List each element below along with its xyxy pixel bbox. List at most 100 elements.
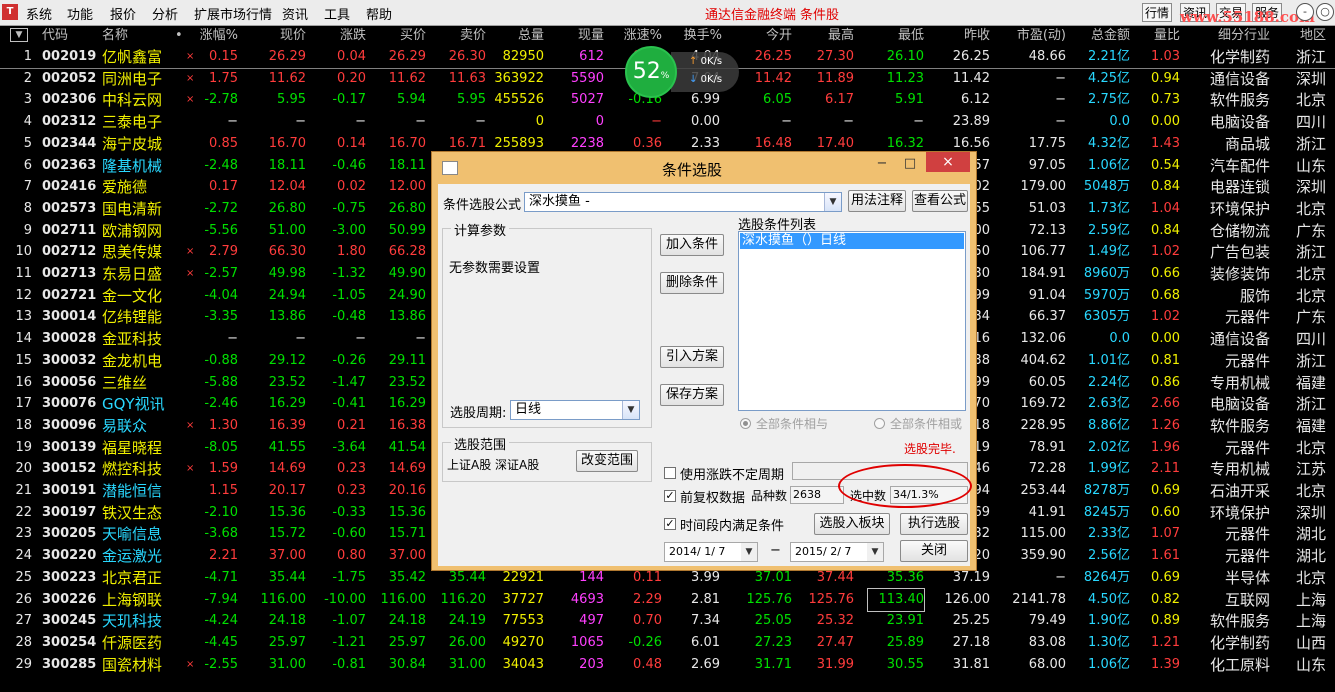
date-from-picker[interactable]: 2014/ 1/ 7 ▼ bbox=[664, 542, 758, 562]
pre-rights-checkbox[interactable]: ✓ bbox=[664, 490, 676, 502]
col-prev[interactable]: 昨收 bbox=[946, 26, 990, 46]
col-turnover[interactable]: 换手% bbox=[670, 26, 722, 46]
col-price[interactable]: 现价 bbox=[262, 26, 306, 46]
menu-analysis[interactable]: 分析 bbox=[152, 4, 178, 23]
radio-and[interactable] bbox=[740, 418, 751, 429]
import-scheme-button[interactable]: 引入方案 bbox=[660, 346, 724, 368]
industry: 元器件 bbox=[1224, 438, 1270, 457]
col-bid[interactable]: 买价 bbox=[382, 26, 426, 46]
col-name[interactable]: 名称 bbox=[102, 26, 152, 46]
menu-help[interactable]: 帮助 bbox=[366, 4, 392, 23]
use-variable-period-checkbox[interactable] bbox=[664, 467, 676, 479]
price: 16.70 bbox=[268, 135, 306, 151]
table-row[interactable]: 26 300226 上海钢联 -7.94 116.00 -10.00 116.00 116.2… bbox=[0, 587, 1335, 612]
stock-code: 002344 bbox=[42, 135, 97, 151]
chg-pct: -4.24 bbox=[204, 613, 238, 629]
restore-icon[interactable]: ○ bbox=[1316, 3, 1334, 21]
column-menu-icon[interactable]: ▼ bbox=[10, 28, 28, 42]
vol-ratio: 1.96 bbox=[1151, 439, 1180, 455]
date-to-picker[interactable]: 2015/ 2/ 7 ▼ bbox=[790, 542, 884, 562]
row-index: 26 bbox=[15, 591, 32, 607]
ask: 24.19 bbox=[448, 613, 486, 629]
chg-pct: -5.56 bbox=[204, 222, 238, 238]
stock-name: 天喻信息 bbox=[102, 525, 163, 544]
chevron-down-icon[interactable]: ▼ bbox=[622, 401, 639, 419]
save-scheme-button[interactable]: 保存方案 bbox=[660, 384, 724, 406]
col-amount[interactable]: 总金额 bbox=[1074, 26, 1130, 46]
bid: 49.90 bbox=[388, 266, 426, 281]
table-row[interactable]: 27 300245 天玑科技 -4.24 24.18 -1.07 24.18 24.19 775… bbox=[0, 610, 1335, 632]
delete-condition-button[interactable]: 删除条件 bbox=[660, 272, 724, 294]
col-low[interactable]: 最低 bbox=[880, 26, 924, 46]
col-open[interactable]: 今开 bbox=[748, 26, 792, 46]
cur-volume: 4693 bbox=[570, 591, 604, 607]
region: 浙江 bbox=[1295, 243, 1326, 262]
pe-ratio: 66.37 bbox=[1028, 309, 1066, 325]
condition-list-item[interactable]: 深水摸鱼（）日线 bbox=[740, 233, 964, 249]
menu-system[interactable]: 系统 bbox=[26, 4, 52, 23]
radio-or-label: 全部条件相或 bbox=[890, 417, 963, 431]
col-cur-vol[interactable]: 现量 bbox=[560, 26, 604, 46]
col-industry[interactable]: 细分行业 bbox=[1200, 26, 1270, 46]
stock-name: 亿帆鑫富 bbox=[102, 48, 163, 66]
run-screen-button[interactable]: 执行选股 bbox=[900, 513, 968, 535]
col-vol[interactable]: 总量 bbox=[500, 26, 544, 46]
col-pe[interactable]: 市盈(动) bbox=[1000, 26, 1066, 46]
industry: 化学制药 bbox=[1209, 48, 1270, 66]
stock-code: 300254 bbox=[42, 634, 97, 650]
view-formula-button[interactable]: 查看公式 bbox=[912, 190, 968, 212]
row-index: 2 bbox=[23, 70, 32, 86]
change-range-button[interactable]: 改变范围 bbox=[576, 450, 638, 472]
col-diff[interactable]: 涨跌 bbox=[322, 26, 366, 46]
dialog-titlebar[interactable]: 条件选股 − □ × bbox=[432, 152, 976, 184]
volume: 455526 bbox=[494, 92, 544, 108]
chevron-down-icon[interactable]: ▼ bbox=[824, 193, 841, 211]
chevron-down-icon[interactable]: ▼ bbox=[867, 543, 883, 561]
amount: 1.01亿 bbox=[1088, 352, 1130, 368]
usage-button[interactable]: 用法注释 bbox=[848, 190, 906, 212]
chg-pct: 0.17 bbox=[209, 179, 238, 195]
menu-function[interactable]: 功能 bbox=[67, 4, 93, 23]
open: − bbox=[781, 114, 792, 130]
col-code[interactable]: 代码 bbox=[42, 26, 92, 46]
col-speed[interactable]: 涨速% bbox=[612, 26, 662, 46]
col-vol-ratio[interactable]: 量比 bbox=[1138, 26, 1180, 46]
col-high[interactable]: 最高 bbox=[810, 26, 854, 46]
close-button[interactable]: 关闭 bbox=[900, 540, 968, 562]
col-region[interactable]: 地区 bbox=[1284, 26, 1326, 46]
pe-ratio: 60.05 bbox=[1028, 374, 1066, 390]
diff: -0.60 bbox=[332, 526, 366, 542]
time-range-checkbox[interactable]: ✓ bbox=[664, 518, 676, 530]
dialog-minimize-icon[interactable]: − bbox=[872, 154, 892, 174]
menu-quote[interactable]: 报价 bbox=[110, 4, 136, 23]
top-btn-quote[interactable]: 行情 bbox=[1142, 3, 1172, 22]
table-row[interactable]: 4 002312 三泰电子 − − − − − 0 0 − 0.00 − − − 23.89 − 0.0 0.00 电… bbox=[0, 111, 1335, 133]
period-select[interactable]: 日线 ▼ bbox=[510, 400, 640, 420]
dialog-maximize-icon[interactable]: □ bbox=[900, 154, 920, 174]
dialog-close-icon[interactable]: × bbox=[926, 152, 970, 172]
formula-select[interactable]: 深水摸鱼 - ▼ bbox=[524, 192, 842, 212]
price: 35.44 bbox=[268, 569, 306, 585]
region: 上海 bbox=[1295, 590, 1326, 609]
chevron-down-icon[interactable]: ▼ bbox=[741, 543, 757, 561]
radio-or[interactable] bbox=[874, 418, 885, 429]
low: 30.55 bbox=[886, 656, 924, 672]
table-row[interactable]: 28 300254 仟源医药 -4.45 25.97 -1.21 25.97 26.00 492… bbox=[0, 632, 1335, 654]
col-chg-pct[interactable]: 涨幅% bbox=[182, 26, 238, 46]
row-index: 15 bbox=[15, 352, 32, 368]
diff: -0.26 bbox=[332, 352, 366, 368]
bid: 15.36 bbox=[388, 504, 426, 520]
table-row[interactable]: 29 300285 国瓷材料 × -2.55 31.00 -0.81 30.84 31.00 34… bbox=[0, 654, 1335, 676]
condition-list[interactable]: 深水摸鱼（）日线 bbox=[738, 231, 966, 411]
col-ask[interactable]: 卖价 bbox=[442, 26, 486, 46]
select-to-block-button[interactable]: 选股入板块 bbox=[814, 513, 890, 535]
add-condition-button[interactable]: 加入条件 bbox=[660, 234, 724, 256]
chg-pct: -3.68 bbox=[204, 526, 238, 542]
stock-name: 北京君正 bbox=[102, 568, 163, 587]
row-index: 1 bbox=[23, 49, 32, 64]
menu-ext-market[interactable]: 扩展市场行情 bbox=[194, 4, 272, 23]
stock-name: 金亚科技 bbox=[102, 330, 163, 349]
minimize-icon[interactable]: - bbox=[1296, 3, 1314, 21]
menu-news[interactable]: 资讯 bbox=[282, 4, 308, 23]
menu-tools[interactable]: 工具 bbox=[324, 4, 350, 23]
